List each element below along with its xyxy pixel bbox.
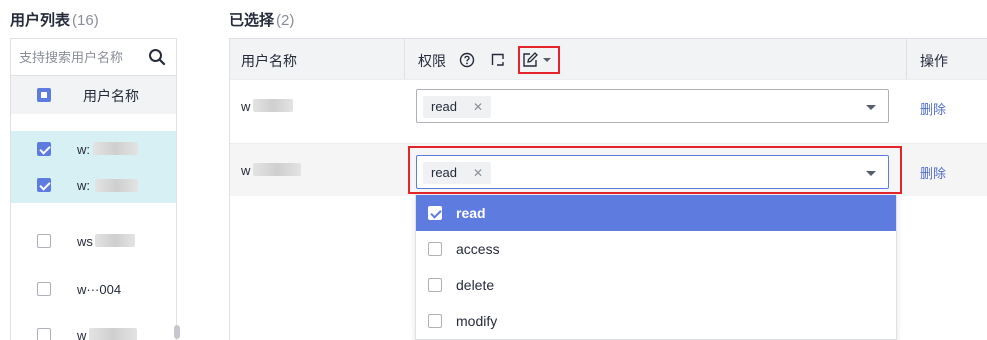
help-icon[interactable] (459, 52, 475, 68)
copy-icon[interactable] (490, 52, 506, 68)
table-row: w read ✕ 删除 (230, 79, 987, 132)
list-scrollbar[interactable] (174, 325, 180, 339)
option-checkbox[interactable] (428, 314, 442, 328)
row-checkbox[interactable] (37, 178, 51, 192)
delete-link[interactable]: 删除 (920, 99, 946, 118)
column-divider (906, 39, 907, 79)
dropdown-option-delete[interactable]: delete (416, 267, 896, 303)
user-name-column-header: 用户名称 (83, 88, 139, 104)
user-name: w: (77, 178, 90, 193)
list-item[interactable]: w···004 (11, 271, 176, 307)
select-all-checkbox[interactable] (37, 88, 51, 102)
redacted-name-blur (93, 142, 138, 155)
user-name: w (241, 99, 251, 114)
list-item[interactable]: ws (11, 223, 176, 259)
redacted-name-blur (253, 99, 293, 112)
column-divider (404, 39, 405, 79)
permission-select-highlight (408, 146, 902, 194)
column-header-action: 操作 (920, 53, 948, 69)
list-item[interactable]: w: (11, 131, 176, 167)
permission-dropdown: read access delete modify (415, 195, 897, 340)
redacted-name-blur (95, 179, 138, 192)
redacted-name-blur (95, 234, 135, 247)
delete-link[interactable]: 删除 (920, 163, 946, 182)
search-icon[interactable] (148, 48, 166, 66)
batch-edit-highlight (518, 46, 560, 74)
option-checkbox[interactable] (428, 278, 442, 292)
list-item[interactable]: w: (11, 167, 176, 203)
dropdown-option-access[interactable]: access (416, 231, 896, 267)
column-header-user: 用户名称 (241, 53, 297, 69)
user-name: ws (77, 234, 93, 249)
option-checkbox[interactable] (428, 242, 442, 256)
permission-tag: read ✕ (423, 96, 492, 118)
redacted-name-blur (89, 328, 137, 340)
user-list-panel: 用户名称 w: w: ws w···004 w (10, 38, 177, 340)
search-input[interactable] (19, 47, 145, 67)
permission-select[interactable]: read ✕ (416, 89, 889, 123)
redacted-name-blur (253, 163, 301, 176)
user-count: (16) (72, 12, 99, 29)
selected-count: (2) (276, 12, 295, 29)
table-header: 用户名称 权限 操作 (230, 39, 987, 79)
user-name: w···004 (77, 282, 122, 297)
dropdown-option-read[interactable]: read (416, 195, 896, 231)
user-name: w: (77, 142, 90, 157)
option-checkbox[interactable] (428, 206, 442, 220)
user-name: w (77, 328, 87, 340)
close-icon[interactable]: ✕ (473, 100, 483, 114)
row-checkbox[interactable] (37, 282, 51, 296)
column-header-permission: 权限 (418, 53, 446, 69)
row-checkbox[interactable] (37, 234, 51, 248)
dropdown-option-modify[interactable]: modify (416, 303, 896, 339)
row-checkbox[interactable] (37, 142, 51, 156)
chevron-down-icon[interactable] (866, 105, 876, 110)
search-box (11, 39, 176, 76)
user-name: w (241, 163, 251, 178)
selected-title: 已选择 (2) (229, 12, 295, 29)
row-checkbox[interactable] (37, 328, 51, 340)
user-list-header: 用户名称 (11, 76, 176, 114)
user-list-title: 用户列表 (16) (10, 12, 99, 29)
list-item[interactable]: w (11, 317, 176, 340)
